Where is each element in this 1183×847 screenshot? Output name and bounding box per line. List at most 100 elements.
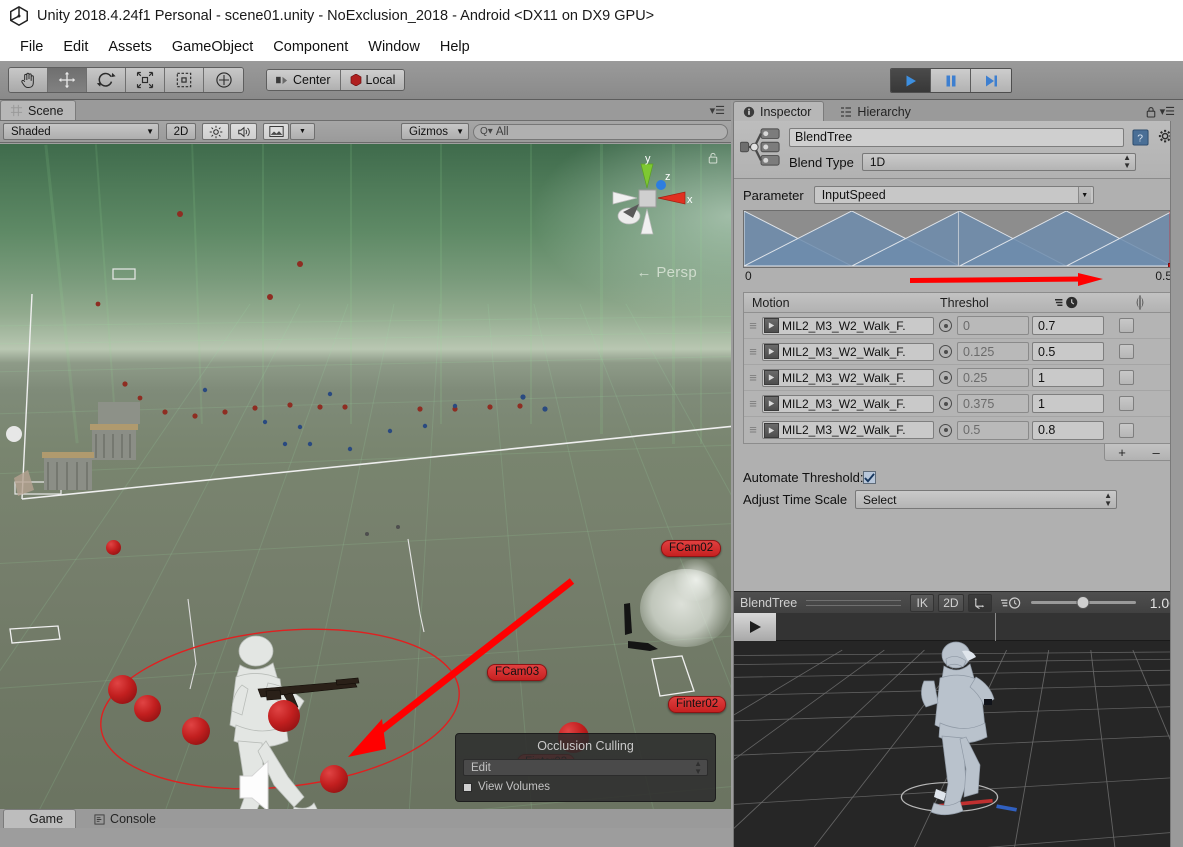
tab-game[interactable]: Game — [3, 809, 77, 828]
scene-view[interactable]: ← Persp y x z FCam02 FCam03 Finter02 Occ… — [0, 144, 731, 828]
speed-field[interactable]: 0.7 — [1032, 316, 1104, 335]
speed-value: 0.7 — [1038, 318, 1056, 333]
object-picker-icon[interactable] — [939, 397, 952, 410]
scene-lock-icon[interactable] — [708, 152, 718, 164]
scene-label-fcam03[interactable]: FCam03 — [487, 664, 548, 681]
step-button[interactable] — [971, 69, 1011, 92]
scene-lighting-button[interactable] — [202, 123, 229, 140]
mirror-checkbox[interactable] — [1119, 344, 1134, 359]
search-icon: Q▾ — [480, 126, 493, 137]
threshold-field[interactable]: 0.375 — [957, 394, 1029, 413]
transform-tool-button[interactable] — [204, 68, 243, 92]
parameter-dropdown[interactable]: InputSpeed ▼ — [813, 186, 1094, 204]
tab-scene[interactable]: Scene — [0, 100, 77, 120]
threshold-field[interactable]: 0.5 — [957, 420, 1029, 440]
play-button[interactable] — [891, 69, 931, 92]
motion-field[interactable]: MIL2_M3_W2_Walk_F. — [762, 368, 934, 387]
scene-effects-dropdown[interactable]: ▼ — [290, 123, 315, 140]
toggle-2d-button[interactable]: 2D — [166, 123, 196, 140]
drag-handle-icon[interactable]: ≡ — [744, 397, 762, 410]
scene-label-fcam02[interactable]: FCam02 — [661, 540, 722, 557]
tab-console[interactable]: Console — [84, 809, 169, 828]
pause-button[interactable] — [931, 69, 971, 92]
drag-handle-icon[interactable]: ≡ — [744, 319, 762, 332]
scene-search-input[interactable]: Q▾ All — [473, 123, 728, 140]
scale-tool-button[interactable] — [126, 68, 165, 92]
pivot-local-button[interactable]: Local — [340, 70, 405, 90]
preview-speed-control[interactable] — [1000, 596, 1021, 610]
drag-handle-icon[interactable]: ≡ — [744, 345, 762, 358]
scene-projection-label[interactable]: ← Persp — [637, 264, 697, 281]
object-picker-icon[interactable] — [939, 319, 952, 332]
table-row[interactable]: ≡ MIL2_M3_W2_Walk_F. 0.125 0.5 — [744, 339, 1173, 365]
mirror-checkbox[interactable] — [1119, 422, 1134, 438]
adjust-time-scale-dropdown[interactable]: Select ▲ ▼ — [855, 490, 1118, 509]
scene-panel-menu-icon[interactable]: ▾☰ — [710, 104, 725, 117]
motion-field[interactable]: MIL2_M3_W2_Walk_F. — [762, 394, 934, 413]
motion-field[interactable]: MIL2_M3_W2_Walk_F. — [762, 342, 934, 361]
scene-effects-button[interactable] — [263, 123, 289, 140]
slider-thumb[interactable] — [1076, 596, 1090, 609]
table-row[interactable]: ≡ MIL2_M3_W2_Walk_F. 0.375 1 — [744, 391, 1173, 417]
threshold-field[interactable]: 0.125 — [957, 342, 1029, 361]
blend-type-dropdown[interactable]: 1D ▲ ▼ — [861, 153, 1136, 171]
gizmos-dropdown[interactable]: Gizmos ▼ — [401, 123, 469, 140]
tab-inspector[interactable]: Inspector — [733, 101, 825, 121]
preview-pivot-button[interactable] — [967, 593, 992, 612]
menu-assets[interactable]: Assets — [98, 39, 162, 55]
inspector-scrollbar[interactable] — [1170, 121, 1183, 847]
menu-help[interactable]: Help — [430, 39, 480, 55]
preview-play-button[interactable] — [734, 613, 776, 641]
menu-edit[interactable]: Edit — [53, 39, 98, 55]
speed-field[interactable]: 0.5 — [1032, 342, 1104, 361]
object-picker-icon[interactable] — [939, 371, 952, 384]
mirror-checkbox[interactable] — [1119, 318, 1134, 333]
hand-tool-button[interactable] — [9, 68, 48, 92]
blend-type-row: Blend Type 1D ▲ ▼ — [789, 153, 1176, 171]
animation-clip-icon — [764, 344, 779, 359]
scene-label-finter02[interactable]: Finter02 — [668, 696, 727, 713]
threshold-field[interactable]: 0.25 — [957, 368, 1029, 387]
menu-file[interactable]: File — [10, 39, 53, 55]
remove-motion-button[interactable]: – — [1152, 445, 1159, 460]
motion-field[interactable]: MIL2_M3_W2_Walk_F. — [762, 316, 934, 335]
object-name-input[interactable]: BlendTree — [789, 127, 1124, 147]
menu-gameobject[interactable]: GameObject — [162, 39, 263, 55]
pivot-center-button[interactable]: Center — [267, 70, 341, 90]
object-picker-icon[interactable] — [939, 345, 952, 358]
object-picker-icon[interactable] — [939, 423, 952, 437]
mirror-checkbox[interactable] — [1119, 396, 1134, 411]
drag-handle-icon[interactable]: ≡ — [744, 423, 762, 436]
table-row[interactable]: ≡ MIL2_M3_W2_Walk_F. 0.5 0.8 — [744, 417, 1173, 443]
view-volumes-checkbox[interactable]: View Volumes — [463, 781, 708, 793]
menu-window[interactable]: Window — [358, 39, 430, 55]
preview-ik-button[interactable]: IK — [910, 593, 935, 612]
rect-tool-button[interactable] — [165, 68, 204, 92]
table-row[interactable]: ≡ MIL2_M3_W2_Walk_F. 0.25 1 — [744, 365, 1173, 391]
menu-component[interactable]: Component — [263, 39, 358, 55]
rotate-tool-button[interactable] — [87, 68, 126, 92]
speed-field[interactable]: 1 — [1032, 394, 1104, 413]
occlusion-mode-dropdown[interactable]: Edit ▲ ▼ — [463, 759, 708, 776]
draw-mode-dropdown[interactable]: Shaded ▼ — [3, 123, 159, 140]
automate-threshold-checkbox[interactable] — [863, 471, 877, 484]
add-motion-button[interactable]: + — [1118, 445, 1126, 460]
move-tool-button[interactable] — [48, 68, 87, 92]
blend-tree-graph[interactable] — [743, 210, 1174, 268]
table-row[interactable]: ≡ MIL2_M3_W2_Walk_F. 0 0.7 — [744, 313, 1173, 339]
tab-hierarchy[interactable]: Hierarchy — [830, 101, 924, 121]
scene-view-axis-gizmo[interactable]: y x z — [603, 154, 693, 244]
preview-speed-slider[interactable] — [1025, 594, 1142, 612]
help-button[interactable]: ? — [1130, 127, 1150, 147]
hamburger-menu-icon[interactable]: ▾☰ — [1160, 105, 1175, 118]
preview-2d-button[interactable]: 2D — [938, 593, 964, 612]
drag-handle-icon[interactable]: ≡ — [744, 371, 762, 384]
speed-field[interactable]: 0.8 — [1032, 420, 1104, 440]
speed-field[interactable]: 1 — [1032, 368, 1104, 387]
preview-stage[interactable] — [734, 641, 1183, 847]
scene-audio-button[interactable] — [230, 123, 257, 140]
mirror-checkbox[interactable] — [1119, 370, 1134, 385]
motion-field[interactable]: MIL2_M3_W2_Walk_F. — [762, 421, 934, 439]
lock-icon[interactable] — [1146, 106, 1156, 118]
threshold-field[interactable]: 0 — [957, 316, 1029, 335]
